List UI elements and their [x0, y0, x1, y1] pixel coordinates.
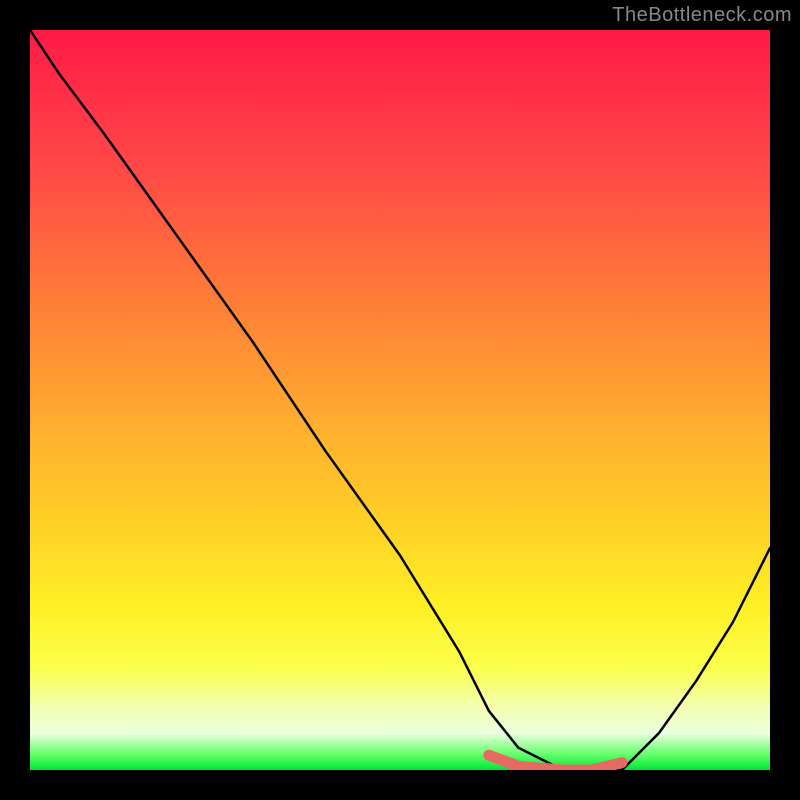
curve-layer [30, 30, 770, 770]
optimal-range-highlight [489, 755, 622, 770]
chart-frame: TheBottleneck.com [0, 0, 800, 800]
plot-area [30, 30, 770, 770]
watermark-text: TheBottleneck.com [612, 4, 792, 27]
bottleneck-curve [30, 30, 770, 770]
